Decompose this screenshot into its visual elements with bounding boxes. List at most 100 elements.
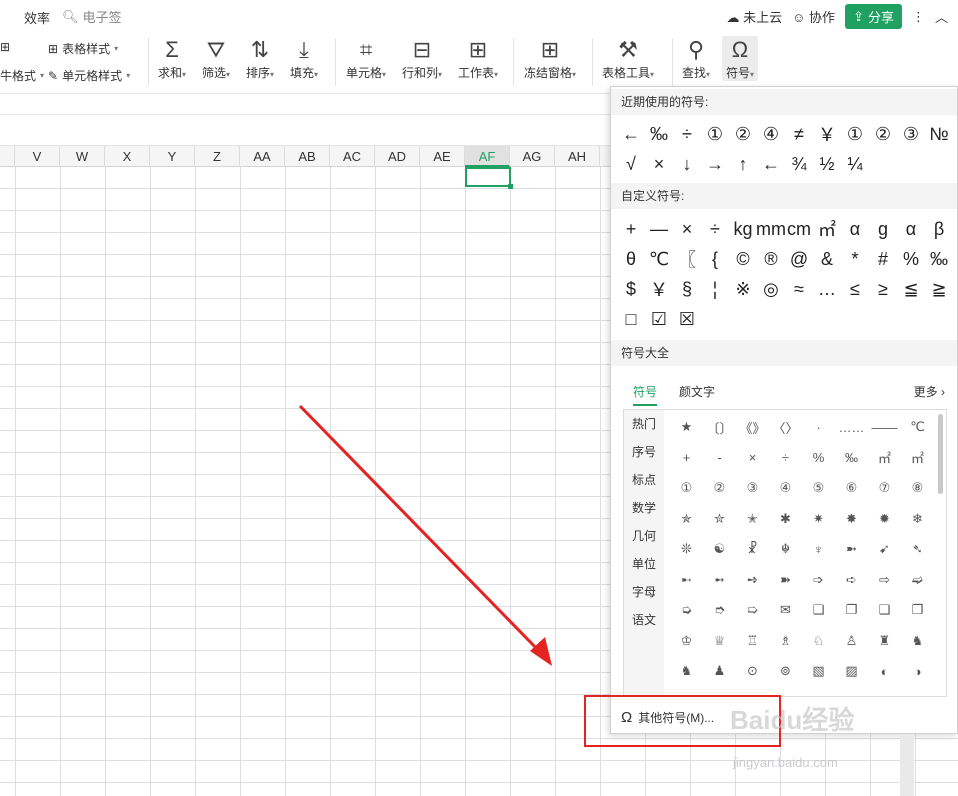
custom-symbol[interactable]: g xyxy=(869,214,897,244)
library-symbol[interactable]: 〔〕 xyxy=(703,412,736,443)
custom-symbol[interactable]: kg xyxy=(729,214,757,244)
library-symbol[interactable]: ✮ xyxy=(703,504,736,535)
recent-symbol[interactable]: ① xyxy=(841,119,869,149)
custom-symbol[interactable]: ≤ xyxy=(841,274,869,304)
custom-symbol[interactable]: ≈ xyxy=(785,274,813,304)
custom-symbol[interactable]: ≥ xyxy=(869,274,897,304)
library-symbol[interactable]: ② xyxy=(703,473,736,504)
column-header-y[interactable]: Y xyxy=(150,146,195,167)
filter-button[interactable]: ⛛ 筛选▾ xyxy=(202,36,230,81)
library-symbol[interactable]: ♙ xyxy=(835,626,868,657)
library-symbol[interactable]: ‰ xyxy=(835,443,868,474)
selected-cell[interactable] xyxy=(465,167,513,189)
freeze-button[interactable]: ⊞ 冻结窗格▾ xyxy=(524,36,576,81)
category-item[interactable]: 语文 xyxy=(624,606,664,634)
library-symbol[interactable]: ◑ xyxy=(901,656,934,687)
library-symbol[interactable]: ♕ xyxy=(703,626,736,657)
library-symbol[interactable]: ❊ xyxy=(670,534,703,565)
recent-symbol[interactable]: ③ xyxy=(897,119,925,149)
recent-symbol[interactable]: ② xyxy=(869,119,897,149)
column-header-ah[interactable]: AH xyxy=(555,146,600,167)
library-symbol[interactable]: ♔ xyxy=(670,626,703,657)
custom-symbol[interactable]: ® xyxy=(757,244,785,274)
format-button[interactable]: 牛格式 ▾ xyxy=(0,67,44,84)
recent-symbol[interactable]: ‰ xyxy=(645,119,673,149)
library-symbol[interactable]: ☧ xyxy=(736,534,769,565)
library-symbol[interactable]: …… xyxy=(835,412,868,443)
column-header-ae[interactable]: AE xyxy=(420,146,465,167)
recent-symbol[interactable]: ￥ xyxy=(813,119,841,149)
custom-symbol[interactable]: % xyxy=(897,244,925,274)
tab-kaomoji[interactable]: 颜文字 xyxy=(679,383,715,400)
custom-symbol[interactable]: mm xyxy=(756,214,786,244)
symbol-button[interactable]: Ω 符号▾ xyxy=(722,36,759,81)
library-symbol[interactable]: ➽ xyxy=(769,565,802,596)
custom-symbol[interactable]: ≦ xyxy=(897,274,925,304)
custom-symbol[interactable]: ‰ xyxy=(925,244,953,274)
custom-symbol[interactable]: □ xyxy=(617,304,645,334)
custom-symbol[interactable]: ¦ xyxy=(701,274,729,304)
category-item[interactable]: 标点 xyxy=(624,466,664,494)
library-symbol[interactable]: ♗ xyxy=(769,626,802,657)
library-symbol[interactable]: ♞ xyxy=(901,626,934,657)
column-header-aa[interactable]: AA xyxy=(240,146,285,167)
library-symbol[interactable]: ❐ xyxy=(835,595,868,626)
column-header-af[interactable]: AF xyxy=(465,146,510,167)
library-symbol[interactable]: ➹ xyxy=(868,534,901,565)
recent-symbol[interactable]: ≠ xyxy=(785,119,813,149)
library-symbol[interactable]: ▧ xyxy=(802,656,835,687)
sort-button[interactable]: ⇅ 排序▾ xyxy=(246,36,274,81)
custom-symbol[interactable]: ※ xyxy=(729,274,757,304)
library-symbol[interactable]: ➸ xyxy=(670,565,703,596)
category-item[interactable]: 热门 xyxy=(624,410,664,438)
library-symbol[interactable]: ♆ xyxy=(802,534,835,565)
table-icon-partial[interactable]: ⊞ xyxy=(0,40,10,54)
library-symbol[interactable]: ❒ xyxy=(901,595,934,626)
recent-symbol[interactable]: ← xyxy=(757,149,785,179)
custom-symbol[interactable]: α xyxy=(897,214,925,244)
library-symbol[interactable]: ➭ xyxy=(670,595,703,626)
library-symbol[interactable]: ▨ xyxy=(835,656,868,687)
column-header-ad[interactable]: AD xyxy=(375,146,420,167)
library-symbol[interactable]: ❏ xyxy=(802,595,835,626)
column-header-ac[interactable]: AC xyxy=(330,146,375,167)
custom-symbol[interactable]: cm xyxy=(785,214,813,244)
library-symbol[interactable]: ✭ xyxy=(736,504,769,535)
custom-symbol[interactable]: { xyxy=(701,244,729,274)
custom-symbol[interactable]: * xyxy=(841,244,869,274)
custom-symbol[interactable]: — xyxy=(645,214,673,244)
custom-symbol[interactable]: ◎ xyxy=(757,274,785,304)
library-symbol[interactable]: ✱ xyxy=(769,504,802,535)
tab-efficiency[interactable]: 效率 xyxy=(24,8,50,27)
recent-symbol[interactable]: ② xyxy=(729,119,757,149)
category-item[interactable]: 几何 xyxy=(624,522,664,550)
library-symbol[interactable]: ➼ xyxy=(835,534,868,565)
library-symbol[interactable]: 〈〉 xyxy=(769,412,802,443)
recent-symbol[interactable]: ④ xyxy=(757,119,785,149)
category-item[interactable]: 序号 xyxy=(624,438,664,466)
library-symbol[interactable]: ❑ xyxy=(868,595,901,626)
column-header-ag[interactable]: AG xyxy=(510,146,555,167)
recent-symbol[interactable]: ↓ xyxy=(673,149,701,179)
collab-button[interactable]: ☺ 协作 xyxy=(792,7,835,26)
library-symbol[interactable]: ♖ xyxy=(736,626,769,657)
library-symbol[interactable]: ⑤ xyxy=(802,473,835,504)
library-symbol[interactable]: ☯ xyxy=(703,534,736,565)
search-box[interactable]: 🔍︎ 电子签 xyxy=(62,7,122,26)
library-symbol[interactable]: ➩ xyxy=(802,565,835,596)
custom-symbol[interactable]: @ xyxy=(785,244,813,274)
library-symbol[interactable]: ★ xyxy=(670,412,703,443)
custom-symbol[interactable]: ℃ xyxy=(645,244,673,274)
library-symbol[interactable]: ㎡ xyxy=(868,443,901,474)
library-symbol[interactable]: ✉ xyxy=(769,595,802,626)
recent-symbol[interactable]: ¾ xyxy=(785,149,813,179)
collapse-icon[interactable]: ︿ xyxy=(935,7,948,26)
custom-symbol[interactable]: α xyxy=(841,214,869,244)
library-symbol[interactable]: ③ xyxy=(736,473,769,504)
custom-symbol[interactable]: # xyxy=(869,244,897,274)
custom-symbol[interactable]: θ xyxy=(617,244,645,274)
library-symbol[interactable]: ✯ xyxy=(670,504,703,535)
library-symbol[interactable]: ⑧ xyxy=(901,473,934,504)
library-symbol[interactable]: ① xyxy=(670,473,703,504)
library-symbol[interactable]: ➴ xyxy=(901,534,934,565)
